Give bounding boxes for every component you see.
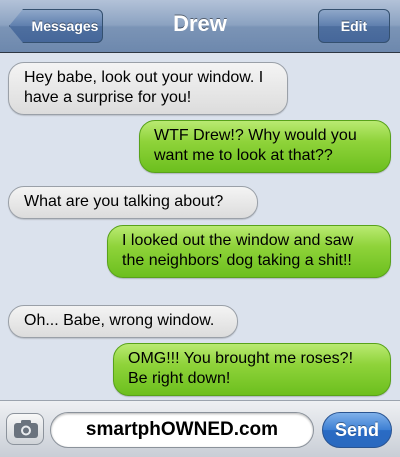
message-bubble-incoming: Oh... Babe, wrong window. — [8, 305, 238, 338]
message-bubble-outgoing: OMG!!! You brought me roses?! Be right d… — [113, 343, 391, 396]
message-bubble-incoming: What are you talking about? — [8, 186, 258, 219]
message-input[interactable]: smartphOWNED.com — [50, 412, 314, 448]
message-composer: smartphOWNED.com Send — [0, 400, 400, 457]
message-bubble-incoming: Hey babe, look out your window. I have a… — [8, 62, 288, 115]
camera-icon — [14, 420, 38, 438]
message-thread[interactable]: Hey babe, look out your window. I have a… — [0, 53, 400, 399]
message-bubble-outgoing: WTF Drew!? Why would you want me to look… — [139, 120, 391, 173]
send-button[interactable]: Send — [322, 412, 392, 448]
camera-button[interactable] — [6, 413, 44, 445]
edit-button[interactable]: Edit — [318, 9, 390, 43]
message-bubble-outgoing: I looked out the window and saw the neig… — [107, 225, 391, 278]
navigation-bar: Messages Drew Edit — [0, 0, 400, 53]
